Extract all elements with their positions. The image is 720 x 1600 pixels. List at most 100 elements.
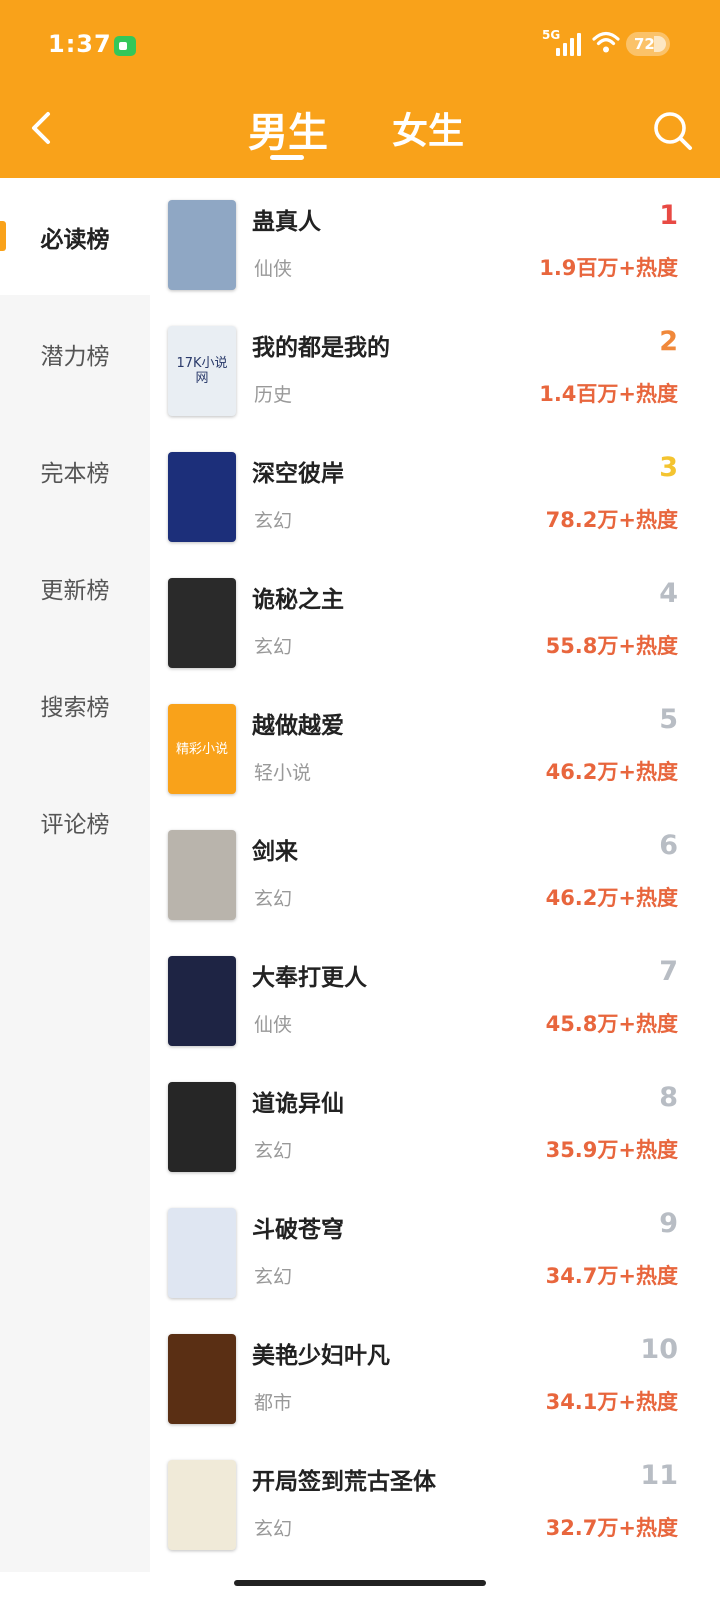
sidebar-item-label: 评论榜 [40, 811, 110, 838]
book-cover-text [168, 452, 236, 542]
book-cover-text [168, 1208, 236, 1298]
heat-value: 34.1万+热度 [545, 1390, 678, 1414]
sidebar-item-label: 完本榜 [40, 460, 110, 487]
book-cover[interactable]: 精彩小说 [168, 704, 236, 794]
book-title: 我的都是我的 [252, 335, 390, 361]
book-title: 诡秘之主 [252, 587, 344, 613]
book-row[interactable]: 精彩小说 越做越爱轻小说 5 46.2万+热度 [150, 682, 720, 808]
rank-number: 6 [659, 830, 678, 861]
book-title: 剑来 [252, 839, 298, 865]
rank-number: 1 [659, 200, 678, 231]
book-genre: 轻小说 [254, 762, 312, 784]
book-cover[interactable]: 17K小说网 [168, 326, 236, 416]
sidebar-item-must-read[interactable]: 必读榜 [0, 178, 150, 295]
heat-value: 32.7万+热度 [545, 1516, 678, 1540]
book-cover-text [168, 956, 236, 1046]
tab-male[interactable]: 男生 [248, 100, 328, 158]
sidebar-item-comments[interactable]: 评论榜 [0, 763, 150, 880]
book-genre: 玄幻 [254, 1140, 293, 1162]
top-header: 1:37 5G 72 男生 女生 [0, 0, 720, 178]
book-row[interactable]: 剑来玄幻 6 46.2万+热度 [150, 808, 720, 934]
sidebar-item-label: 必读榜 [40, 226, 110, 253]
book-cover-text [168, 1460, 236, 1550]
chevron-left-icon[interactable] [22, 108, 62, 148]
book-cover-text: 17K小说网 [176, 356, 228, 386]
book-cover-text: 精彩小说 [175, 741, 228, 757]
heat-value: 78.2万+热度 [545, 508, 678, 532]
book-ranking-list: 蛊真人 仙侠 1 1.9百万+热度 17K小说网 我的都是我的 历史 2 1.4百万+热度 深空彼… [150, 178, 720, 1572]
tab-active-underline [270, 155, 304, 160]
sidebar-item-label: 更新榜 [40, 577, 110, 604]
rank-number: 4 [659, 578, 678, 609]
book-title: 斗破苍穹 [252, 1217, 344, 1243]
rank-number: 5 [659, 704, 678, 735]
search-icon[interactable] [652, 110, 694, 152]
book-cover-text [168, 200, 236, 290]
rank-number: 11 [640, 1460, 678, 1491]
book-cover[interactable] [168, 1460, 236, 1550]
rank-number: 9 [659, 1208, 678, 1239]
home-indicator [234, 1580, 486, 1586]
book-title: 开局签到荒古圣体 [252, 1469, 436, 1495]
book-cover-text [168, 578, 236, 668]
book-genre: 仙侠 [254, 1014, 293, 1036]
rank-number: 10 [640, 1334, 678, 1365]
rank-number: 3 [659, 452, 678, 483]
book-cover-text [168, 1334, 236, 1424]
book-row[interactable]: 美艳少妇叶凡都市 10 34.1万+热度 [150, 1312, 720, 1438]
wifi-icon [592, 31, 620, 53]
heat-value: 1.9百万+热度 [539, 256, 678, 280]
sidebar-item-completed[interactable]: 完本榜 [0, 412, 150, 529]
book-row[interactable]: 大奉打更人仙侠 7 45.8万+热度 [150, 934, 720, 1060]
book-title: 越做越爱 [252, 713, 344, 739]
active-indicator [0, 221, 6, 251]
book-cover[interactable] [168, 956, 236, 1046]
battery-icon: 72 [626, 32, 670, 56]
book-genre: 历史 [254, 384, 293, 406]
book-genre: 玄幻 [254, 510, 293, 532]
book-row[interactable]: 开局签到荒古圣体 玄幻 11 32.7万+热度 [150, 1438, 720, 1564]
heat-value: 46.2万+热度 [545, 760, 678, 784]
book-row[interactable]: 深空彼岸 玄幻 3 78.2万+热度 [150, 430, 720, 556]
book-genre: 仙侠 [254, 258, 293, 280]
book-cover[interactable] [168, 830, 236, 920]
heat-value: 46.2万+热度 [545, 886, 678, 910]
rank-number: 2 [659, 326, 678, 357]
book-row[interactable]: 蛊真人 仙侠 1 1.9百万+热度 [150, 178, 720, 304]
book-title: 美艳少妇叶凡 [252, 1343, 390, 1369]
sidebar-item-label: 潜力榜 [40, 343, 110, 370]
book-cover-text [168, 830, 236, 920]
sidebar-item-updated[interactable]: 更新榜 [0, 529, 150, 646]
rank-number: 8 [659, 1082, 678, 1113]
book-cover[interactable] [168, 1208, 236, 1298]
book-cover[interactable] [168, 1334, 236, 1424]
book-cover[interactable] [168, 200, 236, 290]
heat-value: 55.8万+热度 [545, 634, 678, 658]
sidebar-item-potential[interactable]: 潜力榜 [0, 295, 150, 412]
heat-value: 45.8万+热度 [545, 1012, 678, 1036]
heat-value: 1.4百万+热度 [539, 382, 678, 406]
book-cover[interactable] [168, 452, 236, 542]
heat-value: 34.7万+热度 [545, 1264, 678, 1288]
sidebar-item-search[interactable]: 搜索榜 [0, 646, 150, 763]
book-row[interactable]: 17K小说网 我的都是我的历史 2 1.4百万+热度 [150, 304, 720, 430]
rank-number: 7 [659, 956, 678, 987]
book-title: 道诡异仙 [252, 1091, 344, 1117]
tab-female[interactable]: 女生 [392, 102, 464, 154]
facetime-icon [114, 36, 136, 56]
book-genre: 玄幻 [254, 636, 293, 658]
sidebar-item-label: 搜索榜 [40, 694, 110, 721]
book-cover-text [168, 1082, 236, 1172]
book-cover[interactable] [168, 578, 236, 668]
signal-icon [556, 32, 582, 56]
book-row[interactable]: 诡秘之主玄幻 4 55.8万+热度 [150, 556, 720, 682]
book-genre: 玄幻 [254, 1266, 293, 1288]
book-genre: 玄幻 [254, 888, 293, 910]
book-cover[interactable] [168, 1082, 236, 1172]
book-row[interactable]: 斗破苍穹玄幻 9 34.7万+热度 [150, 1186, 720, 1312]
heat-value: 35.9万+热度 [545, 1138, 678, 1162]
status-time: 1:37 [48, 30, 112, 58]
book-row[interactable]: 道诡异仙玄幻 8 35.9万+热度 [150, 1060, 720, 1186]
book-title: 大奉打更人 [252, 965, 367, 991]
book-genre: 都市 [254, 1392, 293, 1414]
